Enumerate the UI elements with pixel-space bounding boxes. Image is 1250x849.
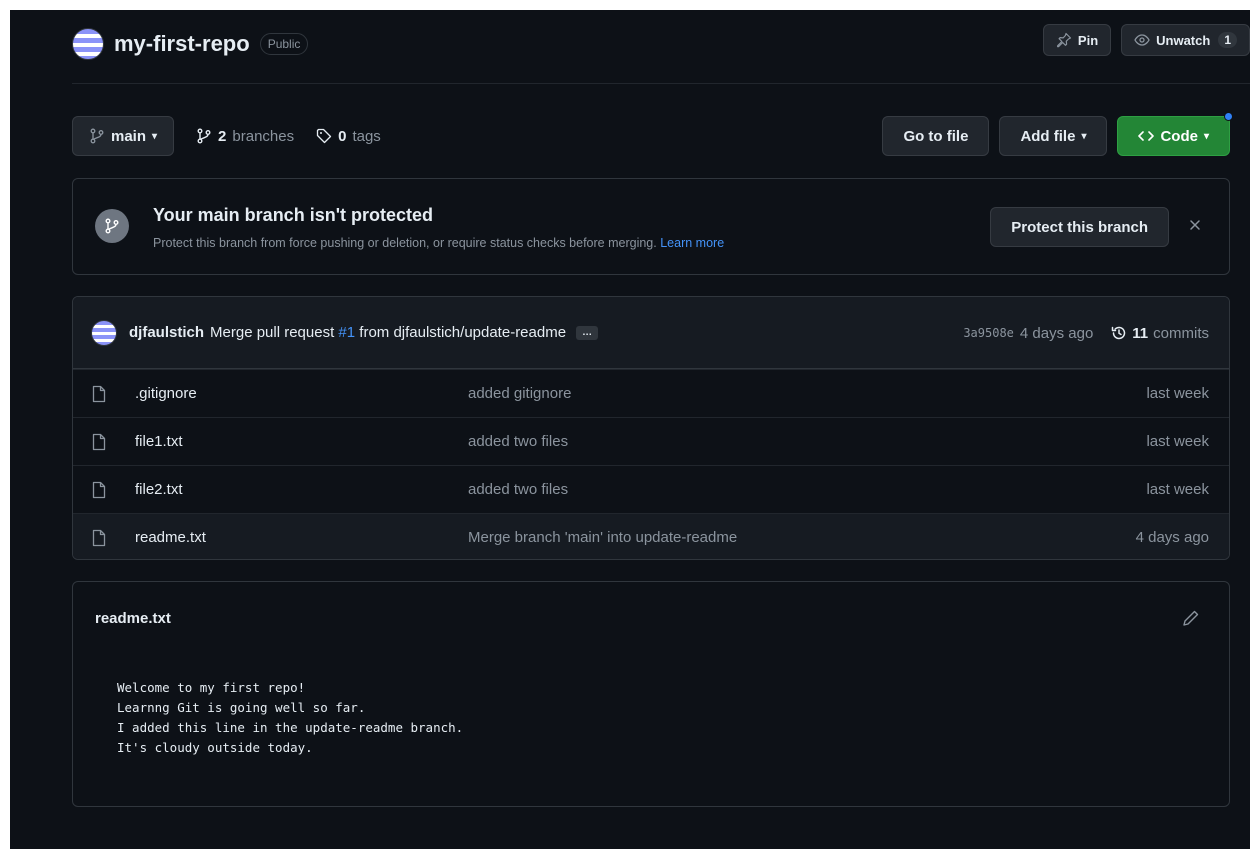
pull-request-link[interactable]: #1 — [338, 324, 355, 341]
history-icon — [1111, 325, 1127, 341]
file-name[interactable]: readme.txt — [135, 529, 206, 546]
readme-line: Learnng Git is going well so far. — [117, 700, 366, 715]
author-avatar[interactable] — [91, 319, 117, 346]
tags-link[interactable]: 0 tags — [316, 128, 381, 145]
notification-dot — [1224, 112, 1233, 121]
repo-header: my-first-repo Public Pin Unwatch 1 — [72, 24, 1250, 62]
file-row[interactable]: file1.txt added two files last week — [73, 417, 1229, 465]
banner-title: Your main branch isn't protected — [153, 205, 433, 225]
add-file-button[interactable]: Add file ▾ — [999, 116, 1108, 156]
unwatch-button[interactable]: Unwatch 1 — [1121, 24, 1250, 56]
pin-button[interactable]: Pin — [1042, 24, 1112, 56]
file-icon — [91, 433, 107, 451]
commit-author[interactable]: djfaulstich — [129, 324, 204, 341]
commit-message-suffix: from djfaulstich/update-readme — [359, 324, 567, 341]
code-button[interactable]: Code ▾ — [1117, 112, 1233, 156]
commit-count: 11 — [1132, 324, 1149, 342]
branches-link[interactable]: 2 branches — [196, 128, 294, 145]
latest-commit-row: djfaulstich Merge pull request #1 from d… — [73, 297, 1229, 369]
branch-selector[interactable]: main ▾ — [72, 116, 175, 156]
file-row[interactable]: file2.txt added two files last week — [73, 465, 1229, 513]
tag-count: 0 — [338, 127, 347, 145]
banner-description: Protect this branch from force pushing o… — [153, 236, 724, 250]
banner-description-text: Protect this branch from force pushing o… — [153, 236, 657, 250]
pin-icon — [1056, 32, 1072, 48]
repo-actions: Go to file Add file ▾ Code ▾ — [882, 112, 1233, 156]
branch-icon — [95, 209, 129, 243]
file-commit-message[interactable]: added gitignore — [468, 385, 571, 402]
current-branch: main — [111, 127, 147, 145]
file-browser: djfaulstich Merge pull request #1 from d… — [72, 296, 1230, 560]
file-age: last week — [1146, 385, 1209, 402]
file-name[interactable]: file1.txt — [135, 433, 183, 450]
protect-branch-button[interactable]: Protect this branch — [990, 207, 1169, 247]
file-icon — [91, 529, 107, 547]
branch-count: 2 — [218, 127, 227, 145]
chevron-down-icon: ▾ — [1081, 130, 1087, 142]
pencil-icon[interactable] — [1181, 608, 1201, 628]
file-age: last week — [1146, 481, 1209, 498]
branch-icon — [196, 128, 212, 144]
file-name[interactable]: file2.txt — [135, 481, 183, 498]
readme-line: It's cloudy outside today. — [117, 740, 313, 755]
header-divider — [72, 83, 1250, 84]
commit-message[interactable]: Merge pull request #1 from djfaulstich/u… — [210, 324, 566, 341]
close-icon[interactable] — [1185, 215, 1205, 235]
branch-word: branches — [232, 127, 295, 145]
pin-label: Pin — [1077, 32, 1099, 48]
file-name[interactable]: .gitignore — [135, 385, 197, 402]
file-age: last week — [1146, 433, 1209, 450]
eye-icon — [1134, 32, 1150, 48]
expand-commit-button[interactable]: … — [576, 325, 599, 340]
readme-panel: readme.txt Welcome to my first repo! Lear… — [72, 581, 1230, 807]
code-label: Code — [1160, 127, 1198, 145]
visibility-badge: Public — [259, 33, 309, 55]
go-to-file-button[interactable]: Go to file — [882, 116, 990, 156]
readme-line: Welcome to my first repo! — [117, 680, 306, 695]
file-age: 4 days ago — [1135, 529, 1209, 546]
file-row[interactable]: readme.txt Merge branch 'main' into upda… — [73, 513, 1229, 559]
file-commit-message[interactable]: added two files — [468, 481, 568, 498]
readme-content: Welcome to my first repo! Learnng Git is … — [117, 678, 463, 758]
chevron-down-icon: ▾ — [1203, 130, 1209, 142]
commit-age: 4 days ago — [1019, 324, 1094, 342]
commit-word: commits — [1153, 324, 1209, 342]
readme-line: I added this line in the update-readme b… — [117, 720, 464, 735]
unwatch-label: Unwatch — [1156, 32, 1211, 48]
branch-bar: main ▾ 2 branches 0 tags Go to file Add … — [72, 112, 1233, 156]
watch-count: 1 — [1218, 32, 1237, 48]
learn-more-link[interactable]: Learn more — [660, 236, 724, 250]
file-commit-message[interactable]: Merge branch 'main' into update-readme — [468, 529, 737, 546]
commit-message-prefix: Merge pull request — [210, 324, 335, 341]
repo-name[interactable]: my-first-repo — [114, 31, 250, 57]
tag-word: tags — [352, 127, 381, 145]
tag-icon — [316, 128, 332, 144]
readme-title[interactable]: readme.txt — [95, 610, 171, 627]
file-icon — [91, 385, 107, 403]
code-icon — [1138, 128, 1155, 144]
branch-protection-banner: Your main branch isn't protected Protect… — [72, 178, 1230, 275]
file-commit-message[interactable]: added two files — [468, 433, 568, 450]
file-icon — [91, 481, 107, 499]
header-actions: Pin Unwatch 1 — [1042, 24, 1250, 56]
branch-icon — [89, 128, 105, 144]
owner-avatar[interactable] — [72, 28, 104, 60]
file-row[interactable]: .gitignore added gitignore last week — [73, 369, 1229, 417]
chevron-down-icon: ▾ — [152, 130, 158, 142]
commits-link[interactable]: 11 commits — [1111, 325, 1209, 342]
add-file-label: Add file — [1020, 127, 1076, 145]
commit-meta: 3a9508e 4 days ago 11 commits — [963, 297, 1209, 369]
commit-sha[interactable]: 3a9508e — [963, 326, 1014, 340]
